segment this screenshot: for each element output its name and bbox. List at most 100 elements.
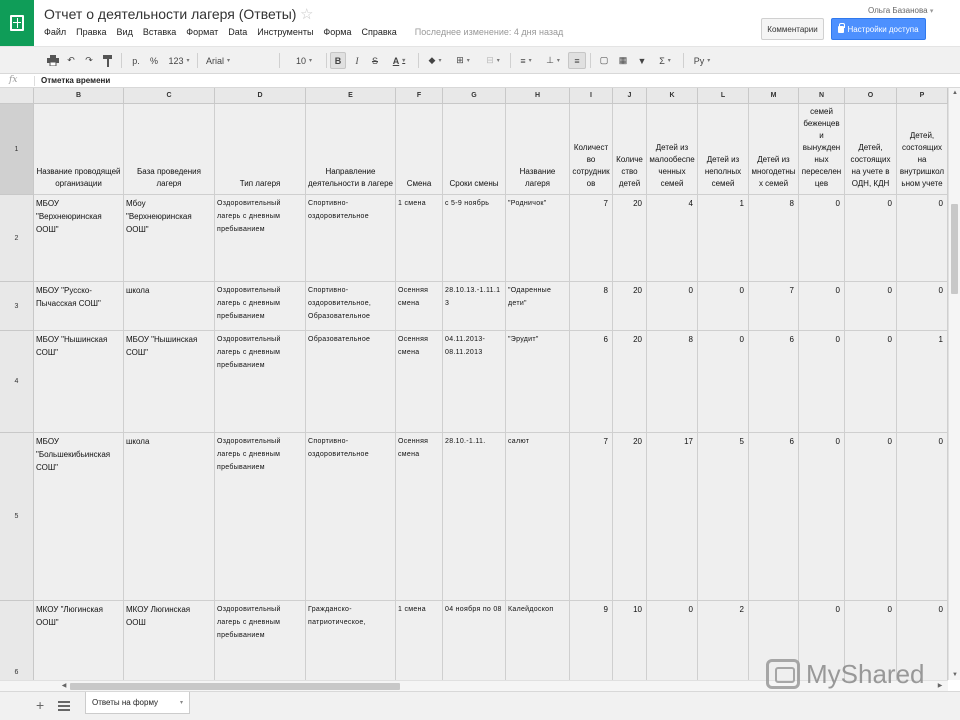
table-cell[interactable]: Оздоровительный лагерь с дневным пребыва… — [215, 601, 306, 680]
scroll-down-icon[interactable]: ▼ — [949, 670, 960, 680]
table-cell[interactable]: Спортивно-оздоровительное — [306, 195, 396, 282]
functions-button[interactable]: Σ — [653, 52, 677, 69]
table-cell[interactable]: 0 — [799, 282, 845, 331]
font-size-dropdown[interactable]: 10 — [284, 52, 324, 69]
menu-view[interactable]: Вид — [117, 27, 133, 37]
table-cell[interactable]: 1 — [897, 331, 948, 433]
menu-data[interactable]: Data — [228, 27, 247, 37]
share-button[interactable]: Настройки доступа — [831, 18, 926, 40]
table-cell[interactable]: 6 — [749, 331, 799, 433]
table-cell[interactable]: салют — [506, 433, 570, 601]
column-header-g[interactable]: G — [443, 88, 506, 104]
table-cell[interactable]: 1 смена — [396, 601, 443, 680]
row-header-1[interactable]: 1 — [0, 104, 34, 195]
italic-button[interactable]: I — [350, 52, 364, 69]
vertical-scroll-thumb[interactable] — [951, 204, 958, 294]
table-cell[interactable]: 9 — [570, 601, 613, 680]
select-all-corner[interactable] — [0, 88, 34, 104]
column-title-cell[interactable]: База проведения лагеря — [124, 104, 215, 195]
input-tools-button[interactable]: Ру — [688, 52, 716, 69]
scroll-left-icon[interactable]: ◀ — [58, 681, 70, 691]
table-cell[interactable]: 2 — [698, 601, 749, 680]
fill-color-icon[interactable]: ◆ — [422, 52, 448, 69]
user-account[interactable]: Ольга Базанова ▾ — [868, 6, 933, 15]
table-cell[interactable]: с 5-9 ноябрь — [443, 195, 506, 282]
table-cell[interactable]: 4 — [647, 195, 698, 282]
table-cell[interactable]: 28.10.13.-1.11.13 — [443, 282, 506, 331]
menu-edit[interactable]: Правка — [76, 27, 106, 37]
column-header-o[interactable]: O — [845, 88, 897, 104]
table-cell[interactable]: 0 — [698, 282, 749, 331]
scroll-up-icon[interactable]: ▲ — [949, 88, 960, 98]
table-cell[interactable]: "Эрудит" — [506, 331, 570, 433]
column-title-cell[interactable]: Сроки смены — [443, 104, 506, 195]
horizontal-align-icon[interactable]: ≡ — [514, 52, 538, 69]
comments-button[interactable]: Комментарии — [761, 18, 824, 40]
table-cell[interactable]: Спортивно-оздоровительное, Образовательн… — [306, 282, 396, 331]
table-cell[interactable]: 0 — [845, 331, 897, 433]
column-header-j[interactable]: J — [613, 88, 647, 104]
column-header-c[interactable]: C — [124, 88, 215, 104]
table-cell[interactable]: Оздоровительный лагерь с дневным пребыва… — [215, 282, 306, 331]
menu-file[interactable]: Файл — [44, 27, 66, 37]
column-header-d[interactable]: D — [215, 88, 306, 104]
table-cell[interactable]: 8 — [647, 331, 698, 433]
table-cell[interactable]: 1 смена — [396, 195, 443, 282]
column-title-cell[interactable]: Детей из многодетных семей — [749, 104, 799, 195]
currency-format-button[interactable]: р. — [128, 52, 144, 69]
sheet-tab[interactable]: Ответы на форму ▾ — [85, 692, 190, 714]
row-header-2[interactable]: 2 — [0, 195, 34, 282]
table-cell[interactable]: 0 — [845, 433, 897, 601]
table-cell[interactable]: 7 — [570, 433, 613, 601]
table-cell[interactable]: МКОУ "Люгинская ООШ" — [34, 601, 124, 680]
number-format-dropdown[interactable]: 123 — [165, 52, 193, 69]
last-edit-status[interactable]: Последнее изменение: 4 дня назад — [415, 27, 563, 37]
menu-insert[interactable]: Вставка — [143, 27, 176, 37]
table-cell[interactable]: 20 — [613, 331, 647, 433]
table-cell[interactable]: Осенняя смена — [396, 331, 443, 433]
table-cell[interactable]: школа — [124, 433, 215, 601]
column-title-cell[interactable]: Детей из неполных семей — [698, 104, 749, 195]
table-cell[interactable]: МБОУ "Нышинская СОШ" — [124, 331, 215, 433]
column-header-e[interactable]: E — [306, 88, 396, 104]
table-cell[interactable]: 04.11.2013-08.11.2013 — [443, 331, 506, 433]
add-sheet-icon[interactable]: + — [36, 697, 44, 713]
comment-icon[interactable]: ▢ — [596, 52, 612, 69]
table-cell[interactable]: 8 — [749, 195, 799, 282]
caret-down-icon[interactable]: ▾ — [180, 699, 183, 706]
vertical-align-icon[interactable]: ⊥ — [541, 52, 565, 69]
table-cell[interactable]: 0 — [845, 282, 897, 331]
row-header-5[interactable]: 5 — [0, 433, 34, 601]
column-header-m[interactable]: M — [749, 88, 799, 104]
table-cell[interactable]: 0 — [897, 433, 948, 601]
table-cell[interactable]: 20 — [613, 433, 647, 601]
column-header-b[interactable]: B — [34, 88, 124, 104]
merge-cells-icon[interactable]: ⊟ — [478, 52, 508, 69]
table-cell[interactable]: Образовательное — [306, 331, 396, 433]
table-cell[interactable]: 0 — [799, 331, 845, 433]
table-cell[interactable]: МБОУ "Верхнеюринская ООШ" — [34, 195, 124, 282]
formula-input[interactable]: Отметка времени — [41, 76, 110, 85]
table-cell[interactable]: 0 — [845, 195, 897, 282]
document-title[interactable]: Отчет о деятельности лагеря (Ответы) — [44, 6, 296, 22]
table-cell[interactable]: 0 — [698, 331, 749, 433]
table-cell[interactable]: 7 — [749, 282, 799, 331]
table-cell[interactable]: Калейдоскоп — [506, 601, 570, 680]
percent-format-button[interactable]: % — [147, 52, 161, 69]
menu-help[interactable]: Справка — [361, 27, 396, 37]
table-cell[interactable]: "Родничок" — [506, 195, 570, 282]
table-cell[interactable]: 7 — [570, 195, 613, 282]
row-header-4[interactable]: 4 — [0, 331, 34, 433]
vertical-scrollbar[interactable]: ▲ ▼ — [948, 88, 960, 680]
row-header-6[interactable]: 6 — [0, 601, 34, 680]
table-cell[interactable]: 5 — [698, 433, 749, 601]
table-cell[interactable]: Оздоровительный лагерь с дневным пребыва… — [215, 433, 306, 601]
text-color-button[interactable]: A — [386, 52, 412, 69]
column-title-cell[interactable]: Детей, состоящих на учете в ОДН, КДН — [845, 104, 897, 195]
column-title-cell[interactable]: Тип лагеря — [215, 104, 306, 195]
column-title-cell[interactable]: Название проводящей организации — [34, 104, 124, 195]
table-cell[interactable]: "Одаренные дети" — [506, 282, 570, 331]
wrap-text-icon[interactable]: ≡ — [568, 52, 586, 69]
menu-tools[interactable]: Инструменты — [257, 27, 313, 37]
column-title-cell[interactable]: Детей, состоящих на внутришкольном учете — [897, 104, 948, 195]
